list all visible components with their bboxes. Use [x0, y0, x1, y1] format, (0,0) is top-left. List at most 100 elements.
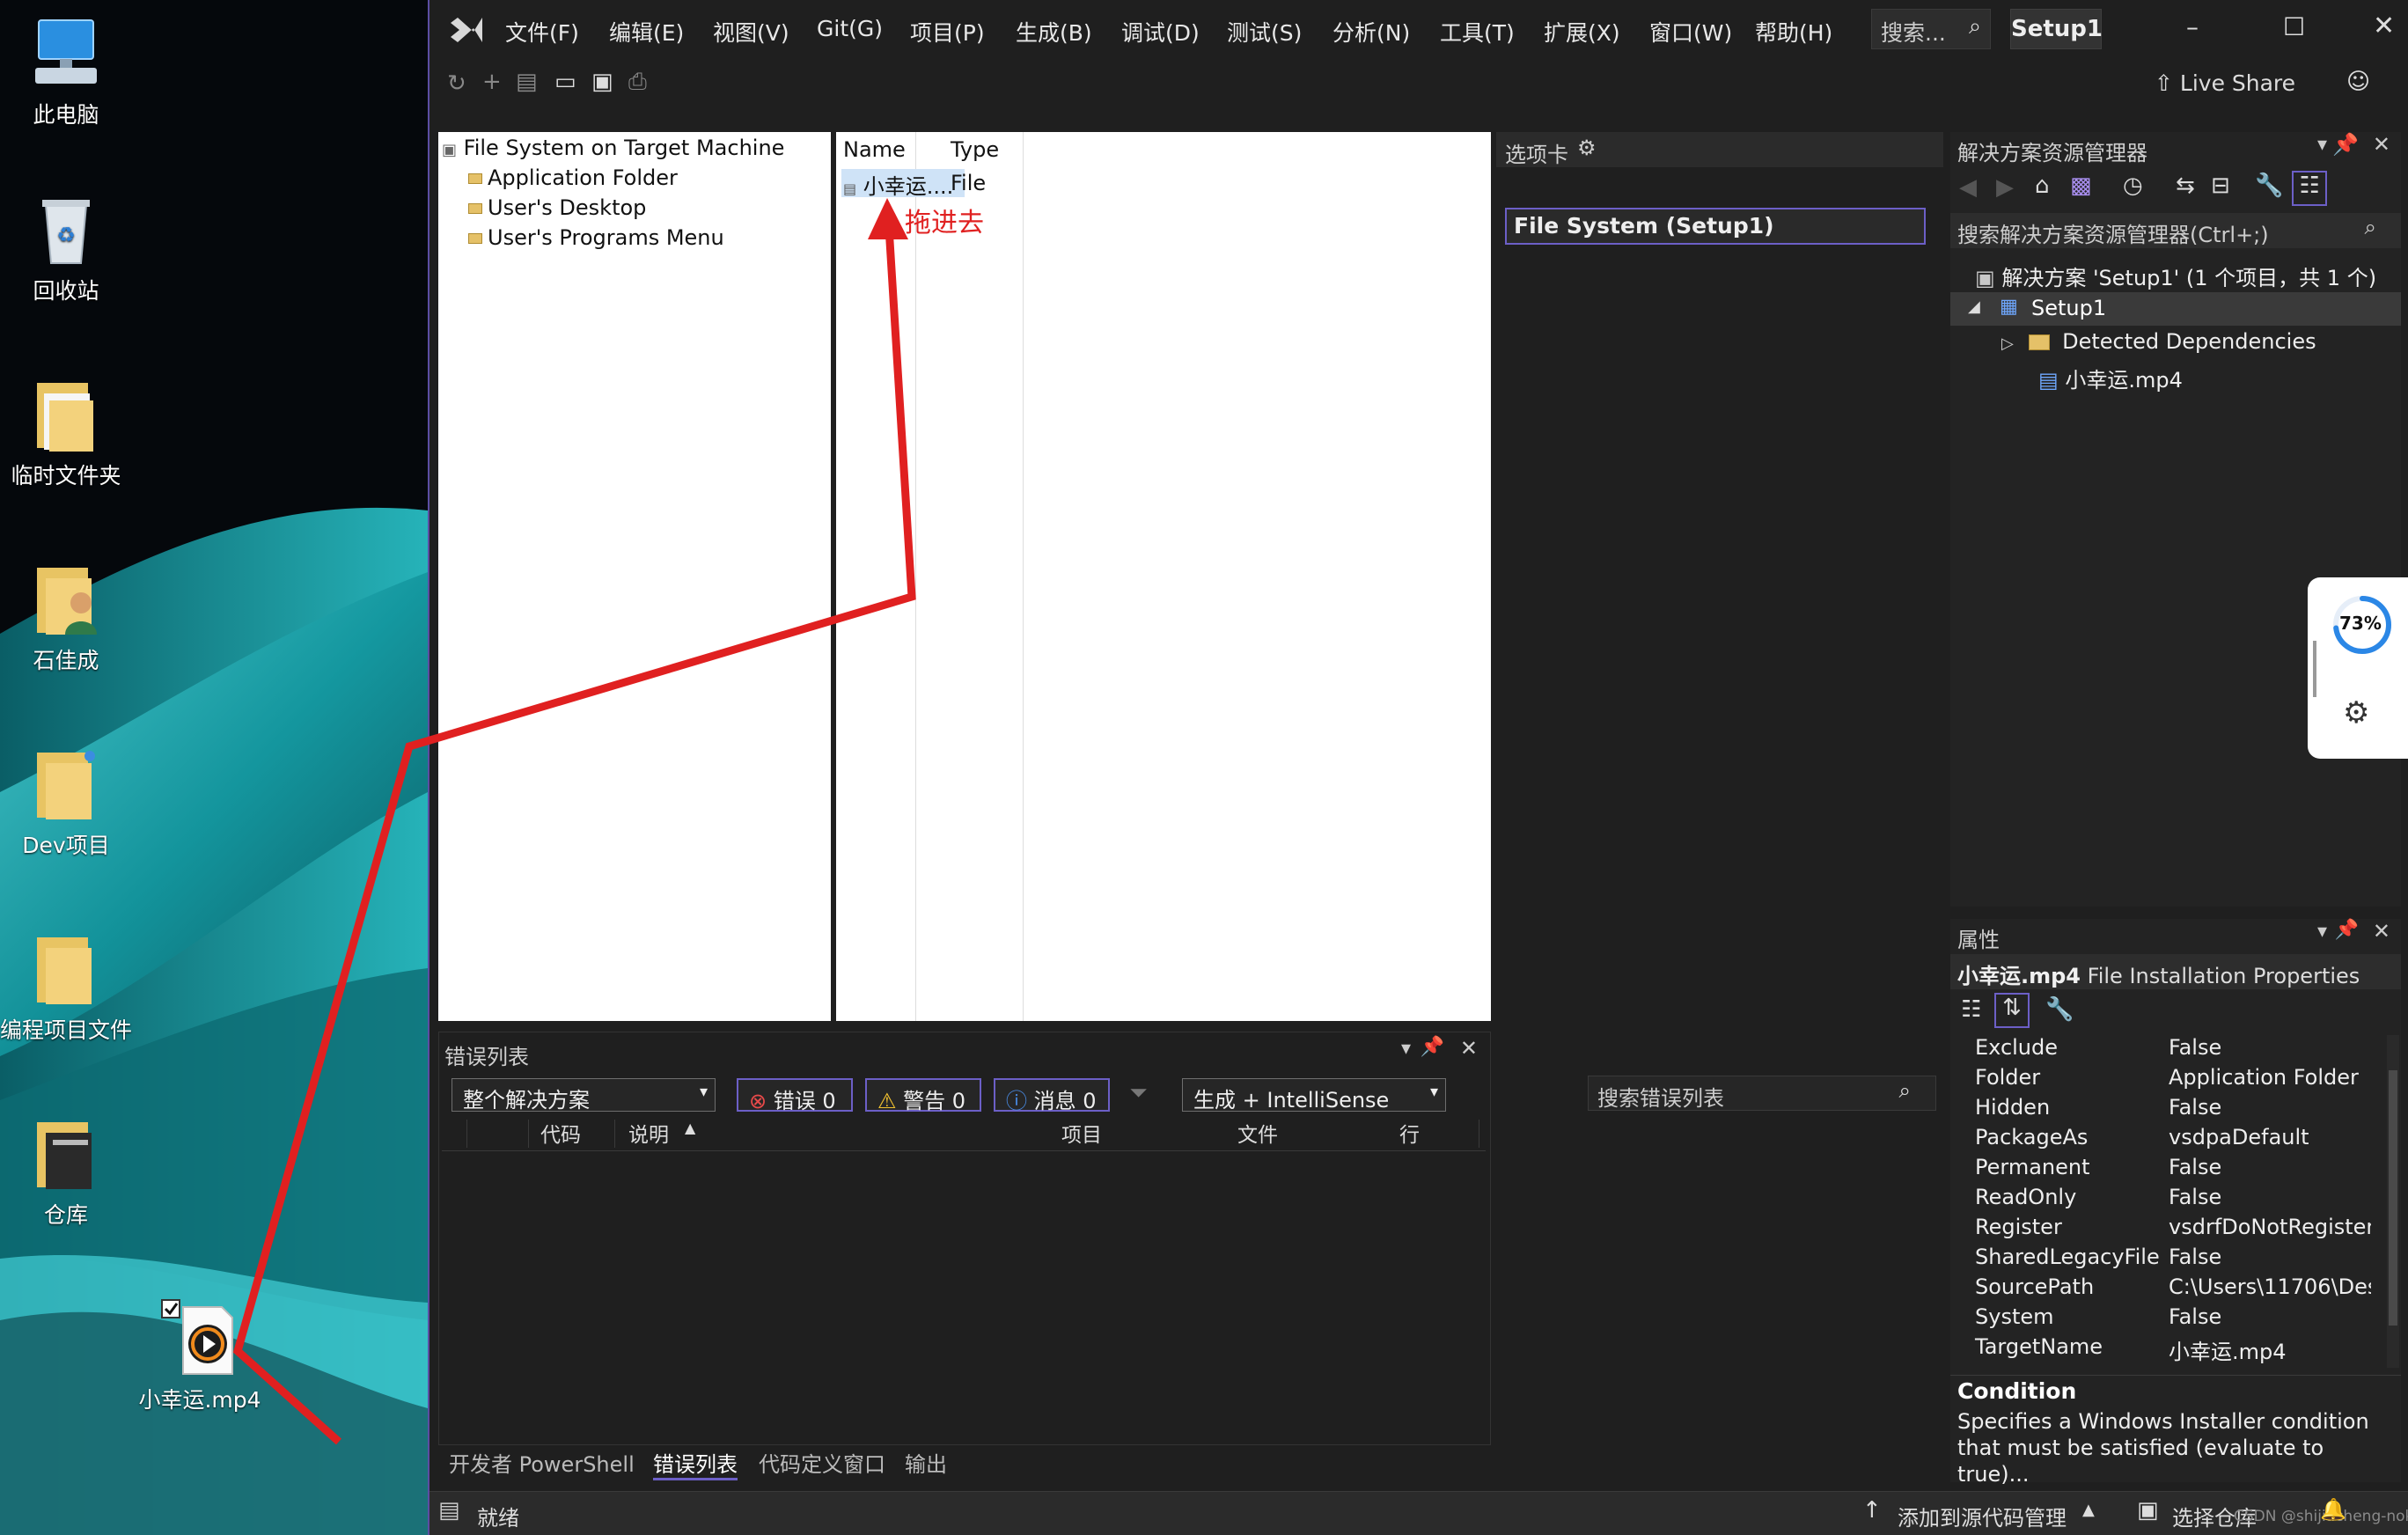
errors-filter-button[interactable]: ⊗ 错误 0	[737, 1078, 853, 1113]
gear-icon[interactable]: ⚙	[1577, 136, 1597, 160]
column-header-type[interactable]: Type	[951, 137, 999, 162]
property-row[interactable]: Folder Application Folder	[1950, 1065, 2382, 1095]
close-panel-icon[interactable]: ✕	[1460, 1036, 1478, 1061]
tree-root[interactable]: ▣ File System on Target Machine	[442, 136, 784, 160]
progress-widget[interactable]: 73% ⚙	[2308, 577, 2408, 759]
desktop-icon-this-pc[interactable]: 此电脑	[0, 13, 132, 129]
add-to-source-control[interactable]: 添加到源代码管理	[1898, 1501, 2067, 1531]
redo-icon[interactable]: ↻	[447, 70, 466, 97]
pin-icon[interactable]: 📌	[2332, 132, 2359, 157]
property-value[interactable]: False	[2169, 1035, 2371, 1060]
feedback-icon[interactable]: ☺	[2346, 69, 2370, 95]
property-value[interactable]: False	[2169, 1095, 2371, 1120]
column-header-line[interactable]: 行	[1399, 1118, 1420, 1148]
alphabetical-icon[interactable]: ⇅	[1994, 993, 2030, 1028]
desktop-icon-recycle-bin[interactable]: ♻ 回收站	[0, 189, 132, 305]
monitor-icon[interactable]: ▭	[554, 69, 576, 95]
tree-item-users-programs-menu[interactable]: User's Programs Menu	[468, 225, 724, 250]
menu-window[interactable]: 窗口(W)	[1649, 16, 1732, 48]
menu-build[interactable]: 生成(B)	[1016, 16, 1092, 48]
categorized-icon[interactable]: ☷	[1961, 996, 1981, 1023]
desktop-icon-dev-folder[interactable]: Dev项目	[0, 744, 132, 860]
notification-icon[interactable]: 🔔	[2320, 1497, 2346, 1522]
menu-analyze[interactable]: 分析(N)	[1332, 16, 1410, 48]
property-value[interactable]: vsdrfDoNotRegister	[2169, 1215, 2371, 1239]
properties-object-selector[interactable]: 小幸运.mp4 File Installation Properties	[1950, 954, 2401, 989]
close-panel-icon[interactable]: ✕	[2373, 132, 2390, 157]
live-share-button[interactable]: ⇧ Live Share	[2155, 70, 2295, 96]
scrollbar-thumb[interactable]	[2389, 1070, 2397, 1326]
property-row[interactable]: Permanent False	[1950, 1155, 2382, 1185]
messages-filter-button[interactable]: ⓘ 消息 0	[994, 1078, 1110, 1113]
menu-help[interactable]: 帮助(H)	[1755, 16, 1832, 48]
filter-icon[interactable]: ⏷	[1129, 1080, 1148, 1107]
column-header-file[interactable]: 文件	[1237, 1118, 1278, 1148]
error-list-search[interactable]: 搜索错误列表 ⌕	[1588, 1076, 1936, 1111]
menu-tools[interactable]: 工具(T)	[1440, 16, 1515, 48]
back-icon[interactable]: ◀	[1959, 174, 1977, 201]
property-row[interactable]: SharedLegacyFile False	[1950, 1245, 2382, 1274]
property-value[interactable]: False	[2169, 1155, 2371, 1179]
collapsed-arrow-icon[interactable]: ▷	[2001, 334, 2014, 353]
property-row[interactable]: PackageAs vsdpaDefault	[1950, 1125, 2382, 1155]
property-value[interactable]: False	[2169, 1185, 2371, 1209]
menu-debug[interactable]: 调试(D)	[1121, 16, 1200, 48]
toolbox-item-file-system[interactable]: File System (Setup1)	[1505, 208, 1926, 245]
property-row[interactable]: System False	[1950, 1304, 2382, 1334]
column-header-name[interactable]: Name	[843, 137, 906, 162]
scope-dropdown[interactable]: 整个解决方案 ▾	[452, 1078, 716, 1113]
add-icon[interactable]: +	[482, 69, 502, 95]
column-header-code[interactable]: 代码	[540, 1118, 581, 1148]
expand-arrow-icon[interactable]: ◢	[1968, 297, 1980, 316]
property-row[interactable]: TargetName 小幸运.mp4	[1950, 1334, 2382, 1364]
settings-icon[interactable]: ⚙	[2343, 695, 2369, 731]
pin-icon[interactable]: 📌	[2335, 919, 2359, 941]
desktop-icon-user-folder[interactable]: 石佳成	[0, 559, 132, 675]
home-icon[interactable]: ⌂	[2035, 173, 2050, 199]
dropdown-icon[interactable]: ▾	[2317, 134, 2327, 156]
layout-icon[interactable]: ▣	[591, 69, 613, 95]
tree-item-mp4[interactable]: ▤ 小幸运.mp4	[2038, 363, 2183, 393]
menu-file[interactable]: 文件(F)	[505, 16, 579, 48]
collapse-all-icon[interactable]: ⊟	[2211, 173, 2230, 199]
drag-handle[interactable]	[2313, 641, 2316, 697]
forward-icon[interactable]: ▶	[1996, 174, 2014, 201]
desktop-icon-repo-folder[interactable]: 仓库	[0, 1113, 132, 1230]
menu-project[interactable]: 项目(P)	[910, 16, 985, 48]
menu-git[interactable]: Git(G)	[817, 16, 883, 41]
menu-test[interactable]: 测试(S)	[1227, 16, 1302, 48]
tree-item-users-desktop[interactable]: User's Desktop	[468, 195, 646, 220]
property-row[interactable]: Hidden False	[1950, 1095, 2382, 1125]
tree-item-detected-dependencies[interactable]: ▷ Detected Dependencies	[2001, 329, 2316, 354]
solution-explorer-search[interactable]: 搜索解决方案资源管理器(Ctrl+;) ⌕	[1950, 213, 2401, 248]
output-icon[interactable]: ▤	[438, 1497, 460, 1524]
close-icon[interactable]: ✕	[2373, 11, 2395, 41]
property-value[interactable]: False	[2169, 1304, 2371, 1329]
desktop-icon-temp-folder[interactable]: 临时文件夹	[0, 374, 132, 490]
project-node-selected[interactable]: ◢ ▦ Setup1	[1950, 292, 2401, 326]
close-panel-icon[interactable]: ✕	[2373, 919, 2390, 944]
property-value[interactable]: C:\Users\11706\Des	[2169, 1274, 2371, 1299]
tree-item-application-folder[interactable]: Application Folder	[468, 165, 678, 190]
tab-error-list[interactable]: 错误列表	[653, 1447, 738, 1480]
property-value[interactable]: Application Folder	[2169, 1065, 2371, 1090]
wrench-icon[interactable]: 🔧	[2255, 173, 2283, 199]
desktop-icon-video-file[interactable]: 小幸运.mp4	[134, 1298, 266, 1414]
file-list-row-selected[interactable]: ▤ 小幸运....	[841, 169, 965, 199]
tab-output[interactable]: 输出	[905, 1447, 947, 1478]
solution-node[interactable]: ▣ 解决方案 'Setup1' (1 个项目，共 1 个)	[1975, 261, 2376, 291]
tab-developer-powershell[interactable]: 开发者 PowerShell	[449, 1447, 635, 1478]
property-value[interactable]: 小幸运.mp4	[2169, 1334, 2371, 1365]
sync-icon[interactable]: ⇆	[2176, 173, 2195, 199]
property-value[interactable]: False	[2169, 1245, 2371, 1269]
desktop-icon-projects-folder[interactable]: 编程项目文件	[0, 929, 132, 1045]
maximize-icon[interactable]: ☐	[2283, 12, 2305, 41]
build-filter-dropdown[interactable]: 生成 + IntelliSense ▾	[1182, 1078, 1446, 1113]
properties-icon[interactable]: ▤	[516, 69, 538, 95]
property-value[interactable]: vsdpaDefault	[2169, 1125, 2371, 1149]
property-row[interactable]: Exclude False	[1950, 1035, 2382, 1065]
print-icon[interactable]: ⎙	[628, 69, 647, 96]
menu-extensions[interactable]: 扩展(X)	[1544, 16, 1620, 48]
warnings-filter-button[interactable]: ⚠ 警告 0	[865, 1078, 981, 1113]
property-row[interactable]: SourcePath C:\Users\11706\Des	[1950, 1274, 2382, 1304]
